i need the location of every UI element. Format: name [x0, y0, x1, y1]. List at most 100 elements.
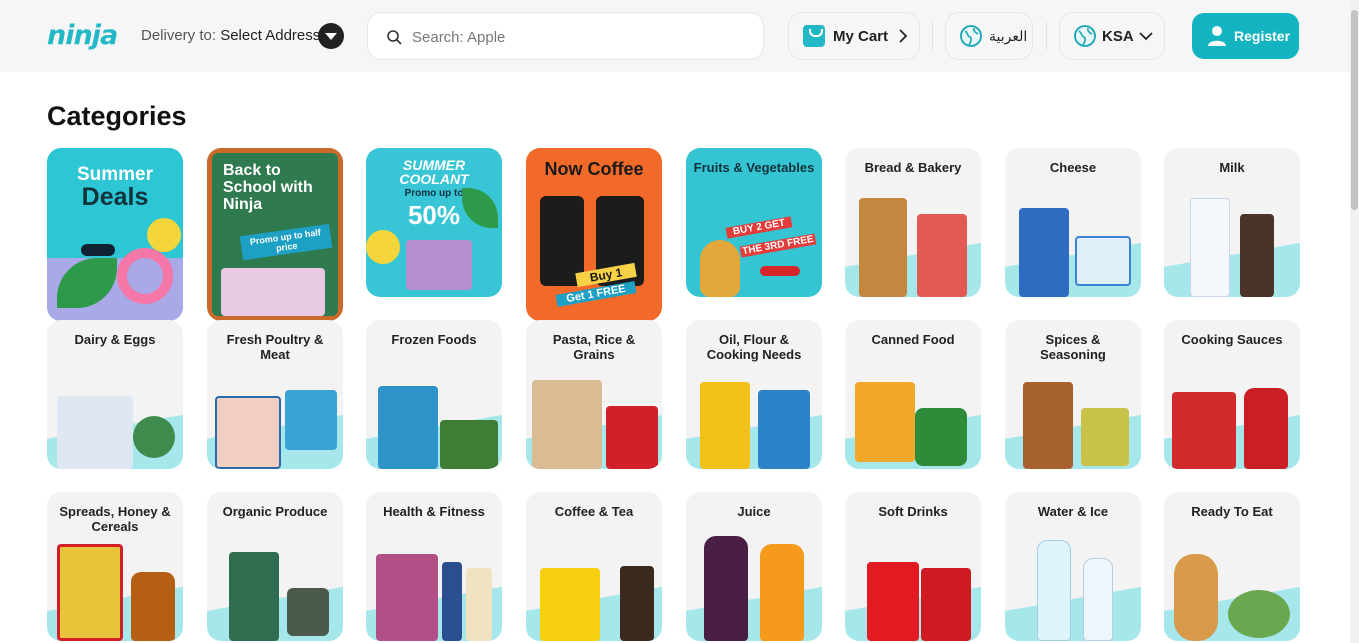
language-label: العربية	[989, 28, 1028, 44]
product-image	[620, 566, 654, 641]
category-label: Spices & Seasoning	[1040, 332, 1106, 362]
product-image	[1172, 392, 1236, 469]
ice-cream-image	[406, 240, 472, 290]
category-spices-seasoning[interactable]: Spices & Seasoning	[1005, 320, 1141, 469]
top-header: ninja Delivery to: Select Address My Car…	[0, 0, 1359, 72]
category-label: Dairy & Eggs	[74, 332, 156, 347]
product-image	[57, 396, 133, 469]
category-spreads-honey-cereals[interactable]: Spreads, Honey & Cereals	[47, 492, 183, 641]
promo-title: SUMMER COOLANT	[399, 157, 469, 187]
register-button[interactable]: Register	[1192, 13, 1299, 59]
product-image	[700, 382, 750, 469]
promo-title: Now Coffee	[544, 159, 644, 179]
scrollbar-thumb[interactable]	[1351, 10, 1358, 210]
category-organic-produce[interactable]: Organic Produce	[207, 492, 343, 641]
ninja-logo[interactable]: ninja	[47, 20, 118, 51]
promo-title: Back to School with Ninja	[223, 162, 313, 213]
category-label: Juice	[737, 504, 771, 519]
product-image	[606, 406, 658, 469]
search-bar[interactable]	[367, 12, 764, 60]
float-ring-image	[117, 248, 173, 304]
chevron-right-icon	[899, 29, 908, 43]
category-label: Cooking Sauces	[1181, 332, 1283, 347]
category-cooking-sauces[interactable]: Cooking Sauces	[1164, 320, 1300, 469]
delivery-value[interactable]: Select Address	[220, 27, 320, 44]
category-label: Bread & Bakery	[864, 160, 962, 175]
product-image	[540, 568, 600, 641]
category-canned-food[interactable]: Canned Food	[845, 320, 981, 469]
address-dropdown-icon[interactable]	[318, 23, 344, 49]
header-divider	[1046, 22, 1047, 50]
globe-icon	[960, 25, 982, 47]
chili-image	[760, 266, 800, 276]
product-image	[1019, 208, 1069, 297]
category-label: Pasta, Rice & Grains	[552, 332, 636, 362]
category-bread-bakery[interactable]: Bread & Bakery	[845, 148, 981, 297]
my-cart-button[interactable]: My Cart	[788, 12, 920, 60]
delivery-address-selector[interactable]: Delivery to: Select Address	[141, 27, 320, 44]
category-fresh-poultry-meat[interactable]: Fresh Poultry & Meat	[207, 320, 343, 469]
category-label: Frozen Foods	[391, 332, 477, 347]
promo-back-to-school[interactable]: Back to School with Ninja Promo up to ha…	[207, 148, 343, 321]
page-title: Categories	[47, 101, 187, 131]
language-switch-button[interactable]: العربية	[945, 12, 1033, 60]
category-label: Milk	[1219, 160, 1245, 175]
product-image	[376, 554, 438, 641]
product-image	[287, 588, 329, 636]
category-label: Canned Food	[871, 332, 955, 347]
promo-offer-line2: THE 3RD FREE	[739, 233, 817, 258]
promo-offer-line1: BUY 2 GET	[725, 216, 793, 239]
delivery-label: Delivery to:	[141, 27, 217, 44]
stationery-image	[221, 268, 325, 316]
category-label: Health & Fitness	[383, 504, 485, 519]
category-ready-to-eat[interactable]: Ready To Eat	[1164, 492, 1300, 641]
page-scrollbar[interactable]	[1350, 0, 1359, 643]
cart-label: My Cart	[833, 28, 889, 45]
product-image	[704, 536, 748, 641]
category-label: Water & Ice	[1037, 504, 1109, 519]
product-image	[229, 552, 279, 641]
category-soft-drinks[interactable]: Soft Drinks	[845, 492, 981, 641]
product-image	[1228, 590, 1290, 638]
promo-now-coffee[interactable]: Now Coffee Buy 1 Get 1 FREE	[526, 148, 662, 321]
category-label: Fruits & Vegetables	[693, 160, 815, 175]
category-frozen-foods[interactable]: Frozen Foods	[366, 320, 502, 469]
product-image	[131, 572, 175, 641]
product-image	[1037, 540, 1071, 641]
category-label: Oil, Flour & Cooking Needs	[706, 332, 802, 362]
product-image	[859, 198, 907, 297]
header-divider	[932, 22, 933, 50]
promo-summer-deals[interactable]: Summer Deals	[47, 148, 183, 321]
product-image	[215, 396, 281, 469]
globe-icon	[1074, 25, 1096, 47]
product-image	[1190, 198, 1230, 297]
country-selector-button[interactable]: KSA	[1059, 12, 1165, 60]
category-label: Ready To Eat	[1191, 504, 1273, 519]
category-pasta-rice-grains[interactable]: Pasta, Rice & Grains	[526, 320, 662, 469]
category-cheese[interactable]: Cheese	[1005, 148, 1141, 297]
cart-bag-icon	[803, 25, 825, 47]
category-milk[interactable]: Milk	[1164, 148, 1300, 297]
search-icon	[387, 30, 402, 45]
category-label: Organic Produce	[222, 504, 328, 519]
product-image	[915, 408, 967, 466]
promo-fruits-vegetables[interactable]: Fruits & Vegetables BUY 2 GET THE 3RD FR…	[686, 148, 822, 297]
product-image	[1081, 408, 1129, 466]
product-image	[1023, 382, 1073, 469]
product-image	[1174, 554, 1218, 641]
category-coffee-tea[interactable]: Coffee & Tea	[526, 492, 662, 641]
category-water-ice[interactable]: Water & Ice	[1005, 492, 1141, 641]
chevron-down-icon	[1139, 32, 1153, 41]
category-dairy-eggs[interactable]: Dairy & Eggs	[47, 320, 183, 469]
category-health-fitness[interactable]: Health & Fitness	[366, 492, 502, 641]
category-juice[interactable]: Juice	[686, 492, 822, 641]
category-label: Spreads, Honey & Cereals	[59, 504, 171, 534]
search-input[interactable]	[412, 25, 742, 49]
category-label: Coffee & Tea	[554, 504, 634, 519]
category-oil-flour-cooking[interactable]: Oil, Flour & Cooking Needs	[686, 320, 822, 469]
product-image	[921, 568, 971, 641]
category-label: Cheese	[1049, 160, 1097, 175]
promo-summer-coolant[interactable]: SUMMER COOLANT Promo up to 50%	[366, 148, 502, 297]
user-icon	[1208, 26, 1226, 46]
product-image	[378, 386, 438, 469]
